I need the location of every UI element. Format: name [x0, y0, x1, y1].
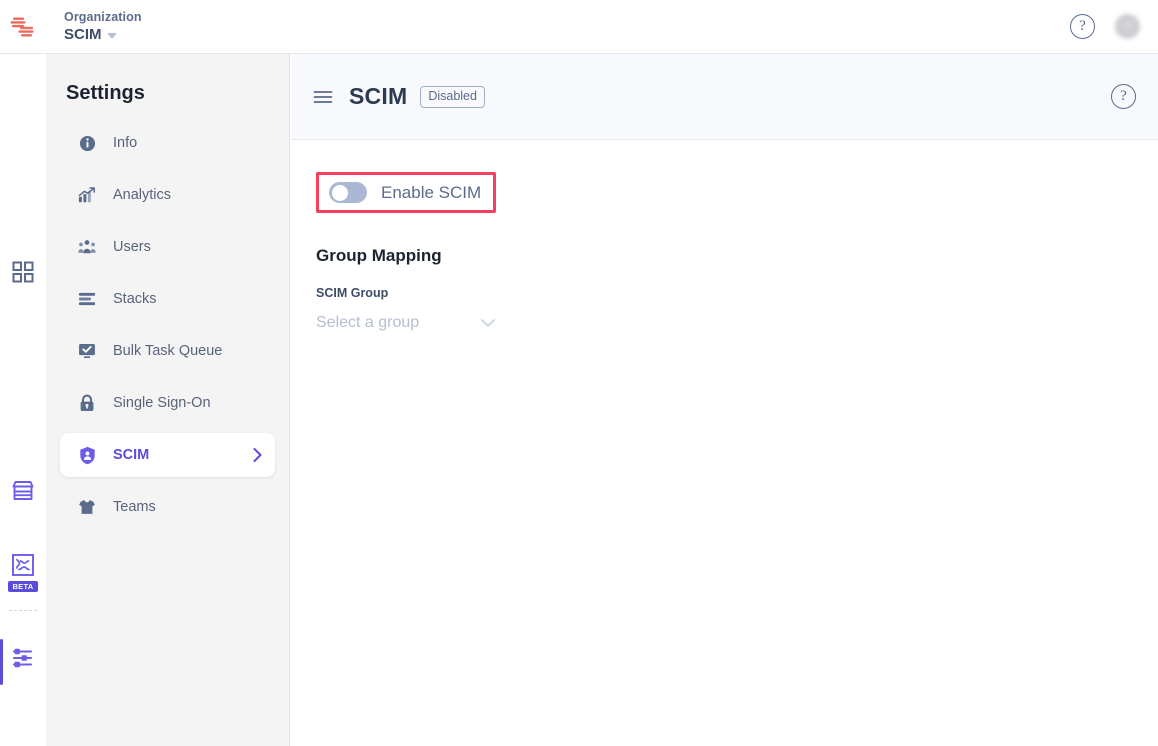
app-root: Organization SCIM ? BETA Settings Info A…: [0, 0, 1158, 746]
top-bar-actions: ?: [1070, 14, 1158, 39]
enable-scim-toggle[interactable]: [329, 182, 367, 203]
status-badge: Disabled: [420, 85, 485, 108]
user-avatar[interactable]: [1115, 14, 1140, 39]
rail-item-settings[interactable]: [0, 639, 46, 686]
org-name-row[interactable]: SCIM: [64, 26, 142, 43]
sidebar-item-analytics[interactable]: Analytics: [60, 173, 275, 217]
info-circle-icon: [78, 135, 96, 152]
help-circle-icon[interactable]: ?: [1111, 84, 1136, 109]
sidebar-item-info[interactable]: Info: [60, 121, 275, 165]
chevron-right-icon: [252, 447, 263, 463]
teams-shirt-icon: [78, 498, 96, 516]
rail-item-integrations[interactable]: BETA: [0, 552, 46, 593]
sidebar-item-label: SCIM: [113, 447, 150, 463]
sidebar-item-single-sign-on[interactable]: Single Sign-On: [60, 381, 275, 425]
company-logo-icon: [10, 17, 34, 36]
settings-sidebar: Settings Info Analytics Users Stacks Bul…: [46, 54, 290, 746]
stacks-layers-icon: [78, 291, 96, 307]
sidebar-item-bulk-task-queue[interactable]: Bulk Task Queue: [60, 329, 275, 373]
page-title: SCIM: [349, 83, 408, 109]
sidebar-item-label: Single Sign-On: [113, 395, 211, 411]
rail-item-apps[interactable]: [0, 260, 46, 284]
shield-user-icon: [78, 446, 96, 465]
analytics-chart-icon: [78, 186, 96, 204]
rail-item-marketplace[interactable]: [0, 478, 46, 504]
top-bar: Organization SCIM ?: [0, 0, 1158, 54]
users-group-icon: [78, 238, 96, 256]
rail-active-indicator: [0, 639, 3, 686]
org-name: SCIM: [64, 26, 102, 44]
marketplace-store-icon: [12, 481, 34, 500]
main-header-actions: ?: [1111, 84, 1136, 109]
sidebar-item-label: Bulk Task Queue: [113, 343, 223, 359]
org-switcher[interactable]: Organization SCIM: [64, 10, 142, 44]
logo-button[interactable]: [0, 0, 46, 54]
sidebar-item-scim[interactable]: SCIM: [60, 433, 275, 477]
lock-icon: [78, 394, 96, 412]
beta-badge: BETA: [8, 581, 38, 593]
sidebar-item-label: Teams: [113, 499, 156, 515]
main-content: Enable SCIM Group Mapping SCIM Group Sel…: [291, 140, 1158, 332]
main-panel: SCIM Disabled ? Enable SCIM Group Mappin…: [291, 54, 1158, 746]
scim-group-label: SCIM Group: [316, 286, 389, 300]
bulk-task-check-icon: [78, 342, 96, 360]
help-circle-icon[interactable]: ?: [1070, 14, 1095, 39]
chevron-down-icon: [480, 318, 496, 328]
scim-group-select-placeholder: Select a group: [316, 314, 420, 331]
sidebar-item-teams[interactable]: Teams: [60, 485, 275, 529]
toggle-knob: [332, 184, 348, 201]
caret-down-icon: [106, 32, 117, 39]
sidebar-item-label: Stacks: [113, 291, 157, 307]
enable-scim-highlight: Enable SCIM: [316, 172, 497, 213]
scim-group-select[interactable]: Select a group: [316, 314, 496, 332]
sidebar-item-stacks[interactable]: Stacks: [60, 277, 275, 321]
apps-grid-icon: [12, 261, 34, 283]
sidebar-title: Settings: [66, 82, 145, 104]
sidebar-item-label: Analytics: [113, 187, 172, 203]
sidebar-item-users[interactable]: Users: [60, 225, 275, 269]
settings-sliders-icon: [13, 649, 32, 668]
sidebar-nav-list: Info Analytics Users Stacks Bulk Task Qu…: [46, 121, 289, 529]
sidebar-item-label: Info: [113, 135, 138, 151]
left-icon-rail: BETA: [0, 54, 46, 746]
hamburger-menu-icon[interactable]: [313, 89, 333, 105]
integrations-puzzle-icon: [12, 554, 34, 576]
sidebar-item-label: Users: [113, 239, 151, 255]
rail-divider: [9, 610, 37, 612]
enable-scim-label: Enable SCIM: [381, 182, 482, 202]
group-mapping-title: Group Mapping: [316, 246, 442, 265]
org-label: Organization: [64, 9, 142, 24]
main-header: SCIM Disabled ?: [291, 54, 1158, 140]
